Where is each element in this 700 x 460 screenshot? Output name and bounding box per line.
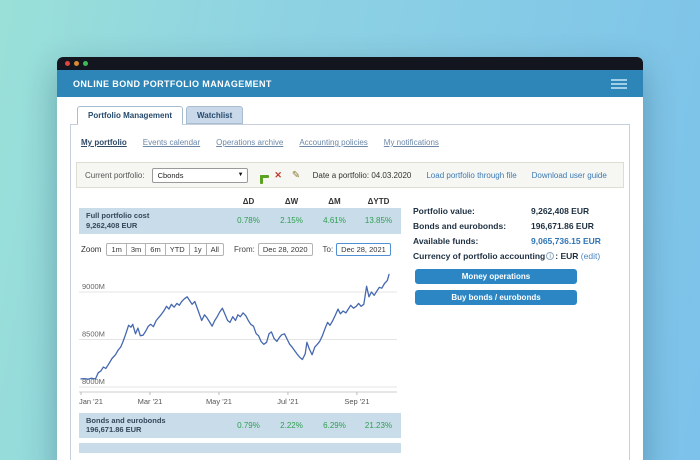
svg-text:Jul '21: Jul '21 [277, 397, 298, 406]
range-6m-button[interactable]: 6m [146, 242, 166, 256]
zoom-label: Zoom [81, 244, 102, 254]
browser-window: ONLINE BOND PORTFOLIO MANAGEMENT Portfol… [57, 57, 643, 460]
portfolio-summary-column: Portfolio value: 9,262,408 EUR Bonds and… [413, 194, 629, 453]
portfolio-date-value: 04.03.2020 [371, 170, 412, 180]
currency-value: EUR [560, 251, 579, 261]
app-header: ONLINE BOND PORTFOLIO MANAGEMENT [57, 70, 643, 97]
download-guide-link[interactable]: Download user guide [532, 171, 607, 180]
col-delta-day: ΔD [242, 197, 255, 206]
window-close-dot[interactable] [65, 61, 70, 66]
add-portfolio-icon[interactable] [255, 170, 270, 184]
delta-ytd-value: 13.85% [364, 216, 393, 226]
info-icon[interactable]: i [546, 252, 555, 260]
range-all-button[interactable]: All [206, 242, 224, 256]
nav-events-calendar[interactable]: Events calendar [143, 138, 200, 147]
portfolio-select[interactable]: Cbonds ▼ [151, 167, 248, 183]
col-delta-ytd: ΔYTD [367, 197, 390, 206]
summary-row: Available funds: 9,065,736.15 EUR [413, 236, 629, 246]
tab-portfolio-management[interactable]: Portfolio Management [77, 106, 184, 125]
row-amount: 9,262,408 EUR [86, 220, 138, 230]
range-3m-button[interactable]: 3m [126, 242, 147, 256]
delta-month-value: 4.61% [323, 216, 346, 226]
svg-text:Jan '21: Jan '21 [79, 397, 103, 406]
bonds-eurobonds-row: Bonds and eurobonds 196,671.86 EUR 0.79%… [79, 412, 401, 438]
to-date-input[interactable]: Dec 28, 2021 [336, 242, 391, 256]
buy-bonds-button[interactable]: Buy bonds / eurobonds [415, 290, 577, 305]
nav-my-notifications[interactable]: My notifications [384, 138, 439, 147]
window-minimize-dot[interactable] [74, 61, 79, 66]
select-arrow-icon: ▼ [237, 172, 244, 178]
chart-zoom-controls: Zoom 1m 3m 6m YTD 1y All From: Dec 28, 2… [81, 242, 401, 256]
current-portfolio-bar: Current portfolio: Cbonds ▼ ✕ ✎ Date a p… [76, 162, 624, 188]
currency-accounting-line: Currency of portfolio accounting i: EUR (… [413, 251, 601, 261]
delta-day-value: 0.78% [237, 216, 260, 226]
portfolio-select-value: Cbonds [157, 170, 184, 180]
delta-ytd-value: 21.23% [364, 420, 393, 430]
row-amount: 196,671.86 EUR [86, 425, 142, 435]
delete-portfolio-icon[interactable]: ✕ [273, 170, 284, 181]
window-maximize-dot[interactable] [83, 61, 88, 66]
col-delta-month: ΔM [328, 197, 341, 206]
col-delta-week: ΔW [284, 197, 299, 206]
range-1y-button[interactable]: 1y [189, 242, 207, 256]
next-row-cutoff [79, 443, 401, 453]
available-funds-label: Available funds: [413, 236, 479, 246]
money-operations-button[interactable]: Money operations [415, 269, 577, 284]
svg-text:Sep '21: Sep '21 [344, 397, 369, 406]
portfolio-value-chart: 8000M 8500M 9000M Jan '21 Mar '21 May '21 Jul … [79, 260, 401, 413]
delta-week-value: 2.22% [280, 420, 303, 430]
tab-watchlist[interactable]: Watchlist [186, 106, 244, 124]
delta-month-value: 6.29% [323, 420, 346, 430]
current-portfolio-label: Current portfolio: [85, 170, 145, 180]
svg-text:9000M: 9000M [82, 282, 105, 291]
from-label: From: [233, 244, 255, 254]
svg-text:Mar '21: Mar '21 [138, 397, 163, 406]
svg-text:8500M: 8500M [82, 329, 105, 338]
nav-my-portfolio[interactable]: My portfolio [81, 138, 127, 147]
range-button-group: 1m 3m 6m YTD 1y All [106, 242, 224, 256]
section-nav: My portfolio Events calendar Operations … [71, 125, 629, 158]
portfolio-date: Date a portfolio: 04.03.2020 [312, 170, 412, 180]
nav-accounting-policies[interactable]: Accounting policies [299, 138, 367, 147]
portfolio-stats-column: ΔD ΔW ΔM ΔYTD Full portfolio cost 9,262,… [79, 194, 401, 453]
portfolio-chart-svg: 8000M8500M9000MJan '21 Mar '21 May '21 Jul … [79, 273, 397, 406]
to-label: To: [322, 244, 334, 254]
svg-text:May '21: May '21 [206, 397, 232, 406]
summary-row: Bonds and eurobonds: 196,671.86 EUR [413, 221, 629, 231]
row-title: Full portfolio cost 9,262,408 EUR [86, 211, 150, 230]
bonds-eurobonds-amount: 196,671.86 EUR [531, 221, 594, 231]
from-date-input[interactable]: Dec 28, 2020 [257, 242, 313, 256]
row-title: Bonds and eurobonds 196,671.86 EUR [86, 415, 166, 435]
window-titlebar [57, 57, 643, 70]
full-portfolio-cost-row: Full portfolio cost 9,262,408 EUR 0.78% … [79, 208, 401, 234]
content-panel: My portfolio Events calendar Operations … [70, 124, 630, 460]
bonds-eurobonds-label: Bonds and eurobonds: [413, 221, 507, 231]
nav-operations-archive[interactable]: Operations archive [216, 138, 283, 147]
currency-edit-link[interactable]: (edit) [581, 251, 600, 261]
delta-day-value: 0.79% [237, 420, 260, 430]
menu-icon[interactable] [611, 78, 627, 89]
stats-header-row: ΔD ΔW ΔM ΔYTD [79, 194, 401, 208]
available-funds-amount: 9,065,736.15 EUR [531, 236, 601, 246]
portfolio-value-label: Portfolio value: [413, 206, 475, 216]
range-ytd-button[interactable]: YTD [165, 242, 190, 256]
app-title: ONLINE BOND PORTFOLIO MANAGEMENT [73, 78, 272, 89]
delta-week-value: 2.15% [280, 216, 303, 226]
edit-portfolio-icon[interactable]: ✎ [291, 170, 302, 181]
load-portfolio-link[interactable]: Load portfolio through file [426, 171, 516, 180]
summary-row: Portfolio value: 9,262,408 EUR [413, 206, 629, 216]
portfolio-value-amount: 9,262,408 EUR [531, 206, 590, 216]
range-1m-button[interactable]: 1m [106, 242, 127, 256]
tab-bar: Portfolio Management Watchlist [77, 106, 630, 125]
